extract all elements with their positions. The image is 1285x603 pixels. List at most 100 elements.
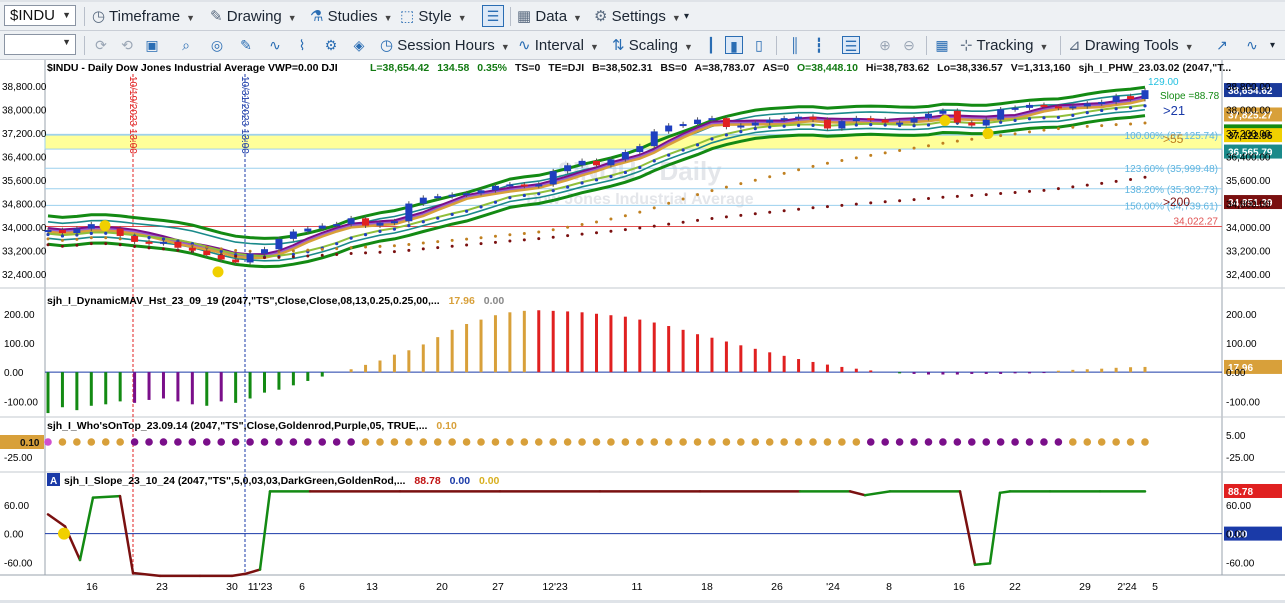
ma200-dot — [580, 232, 584, 236]
signal-dot — [780, 438, 788, 446]
ma55-dot — [450, 238, 454, 242]
ma200-dot — [421, 247, 425, 251]
compass-icon[interactable]: ◎ — [208, 36, 226, 54]
candle-body — [217, 255, 225, 260]
zoom-out-icon[interactable]: ⊖ — [900, 36, 918, 54]
candle-body — [131, 235, 139, 242]
signal-dot — [737, 438, 745, 446]
signal-dot — [578, 438, 586, 446]
overflow-icon[interactable]: ▾ — [684, 6, 689, 27]
ma21-dot — [724, 133, 729, 137]
scaling-menu[interactable]: ⇅ Scaling ▼ — [612, 35, 693, 56]
signal-dot — [231, 438, 240, 446]
object-icon[interactable]: ◈ — [350, 36, 368, 54]
studies-menu[interactable]: ⚗ Studies ▼ — [310, 6, 393, 27]
chevron-down-icon[interactable]: ▼ — [62, 6, 71, 25]
signal-dot — [260, 438, 269, 446]
ma21-dot — [508, 196, 512, 200]
ma21-dot — [450, 212, 454, 217]
ma200-dot — [1085, 183, 1089, 187]
candle-body — [1011, 107, 1019, 110]
reload-icon[interactable]: ⟲ — [118, 36, 136, 54]
alert-icon[interactable]: ∿ — [1243, 36, 1261, 54]
timeframe-label: Timeframe — [109, 8, 181, 25]
data-window-icon[interactable]: ▦ — [933, 36, 951, 54]
gear-icon[interactable]: ⚙ — [322, 36, 340, 54]
slope-line-segment — [973, 562, 992, 567]
ma21-dot — [522, 193, 526, 198]
time-tick: 11'23 — [248, 581, 273, 593]
ma55-dot — [739, 182, 743, 186]
ma55-dot — [291, 249, 295, 253]
trendline-icon[interactable]: ↗ — [1213, 36, 1231, 54]
volume-icon[interactable]: ║ — [786, 36, 804, 54]
signal-dot — [87, 438, 96, 446]
drawing-tools-menu[interactable]: ⊿ Drawing Tools ▼ — [1068, 35, 1194, 56]
ma21-dot — [1071, 113, 1075, 118]
dots-title: sjh_I_Who'sOnTop_23.09.14 (2047,"TS",Clo… — [47, 420, 428, 432]
ma200-dot — [768, 210, 772, 214]
ma55-dot — [306, 248, 310, 252]
candle-body — [506, 184, 514, 187]
layout-icon[interactable]: ☰ — [482, 5, 504, 27]
signal-dot — [679, 438, 687, 446]
zoom-in-icon[interactable]: ⊕ — [876, 36, 894, 54]
session-hours-menu[interactable]: ◷ Session Hours ▼ — [380, 35, 510, 56]
hollow-candle-icon[interactable]: ▯ — [750, 36, 768, 54]
time-tick: 11 — [632, 581, 643, 593]
layout-icon[interactable]: ☰ — [842, 36, 860, 54]
study-icon[interactable]: ∿ — [266, 36, 284, 54]
window-icon[interactable]: ▣ — [143, 36, 161, 54]
candle-body — [621, 152, 629, 160]
ma55-dot — [436, 240, 440, 244]
candle-body — [1054, 106, 1062, 109]
session-hours-label: Session Hours — [397, 37, 495, 54]
indicator-icon[interactable]: ⌇ — [293, 36, 311, 54]
ma21-dot — [363, 233, 368, 237]
refresh-icon[interactable]: ⟳ — [92, 36, 110, 54]
overflow-icon[interactable]: ▾ — [1270, 35, 1275, 56]
tracking-menu[interactable]: ⊹ Tracking ▼ — [960, 35, 1048, 56]
ma21-dot — [1128, 106, 1133, 110]
candle-body — [1069, 106, 1077, 109]
candle-body — [780, 118, 788, 121]
price-tick-right: 35,600.00 — [1226, 176, 1271, 187]
ma200-dot — [104, 242, 108, 246]
ma55-dot — [89, 236, 93, 240]
ma55-dot — [696, 193, 700, 197]
toolbar-divider — [926, 36, 927, 55]
ma55-dot — [46, 237, 50, 241]
ma21-dot — [537, 192, 541, 196]
histogram-tick-right: 100.00 — [1226, 339, 1257, 350]
zoom-icon[interactable]: ⌕ — [177, 36, 195, 54]
bar-chart-icon[interactable]: ┃ — [702, 36, 720, 54]
edit-icon[interactable]: ✎ — [237, 36, 255, 54]
signal-dot — [953, 438, 962, 446]
candle-body — [607, 159, 615, 166]
ma200-dot — [1013, 190, 1017, 194]
interval-menu[interactable]: ∿ Interval ▼ — [518, 35, 599, 56]
chevron-down-icon[interactable]: ▼ — [62, 37, 71, 47]
chart-svg[interactable]: $INDU - Daily Dow Jones Industrial Avera… — [0, 60, 1285, 600]
price-tick-left: 38,800.00 — [2, 82, 47, 93]
drawing-menu[interactable]: ✎ Drawing ▼ — [210, 6, 297, 27]
timeframe-menu[interactable]: ◷ Timeframe ▼ — [92, 6, 195, 27]
candle-body — [159, 241, 167, 244]
price-tick-left: 34,000.00 — [2, 223, 47, 234]
histogram-tick-left: 100.00 — [4, 339, 35, 350]
signal-dot — [304, 438, 312, 446]
style-menu[interactable]: ⬚ Style ▼ — [400, 6, 467, 27]
settings-menu[interactable]: ⚙ Settings ▼ — [594, 6, 681, 27]
candle-body — [535, 184, 543, 187]
price-tick-right: 34,800.00 — [1226, 200, 1271, 211]
ma55-dot — [1042, 128, 1046, 132]
slope-tick-left: 0.00 — [4, 530, 24, 541]
data-menu[interactable]: ▦ Data ▼ — [517, 6, 582, 27]
symbol-selector[interactable]: $INDU ▼ — [4, 5, 76, 26]
layout-selector[interactable]: ▼ — [4, 34, 76, 55]
bars-icon[interactable]: ┇ — [810, 36, 828, 54]
chart-area[interactable]: $INDU - Daily Dow Jones Industrial Avera… — [0, 60, 1285, 600]
ma21-dot — [1085, 111, 1089, 115]
ma55-dot — [465, 237, 469, 241]
candlestick-icon[interactable]: ▮ — [725, 36, 743, 54]
